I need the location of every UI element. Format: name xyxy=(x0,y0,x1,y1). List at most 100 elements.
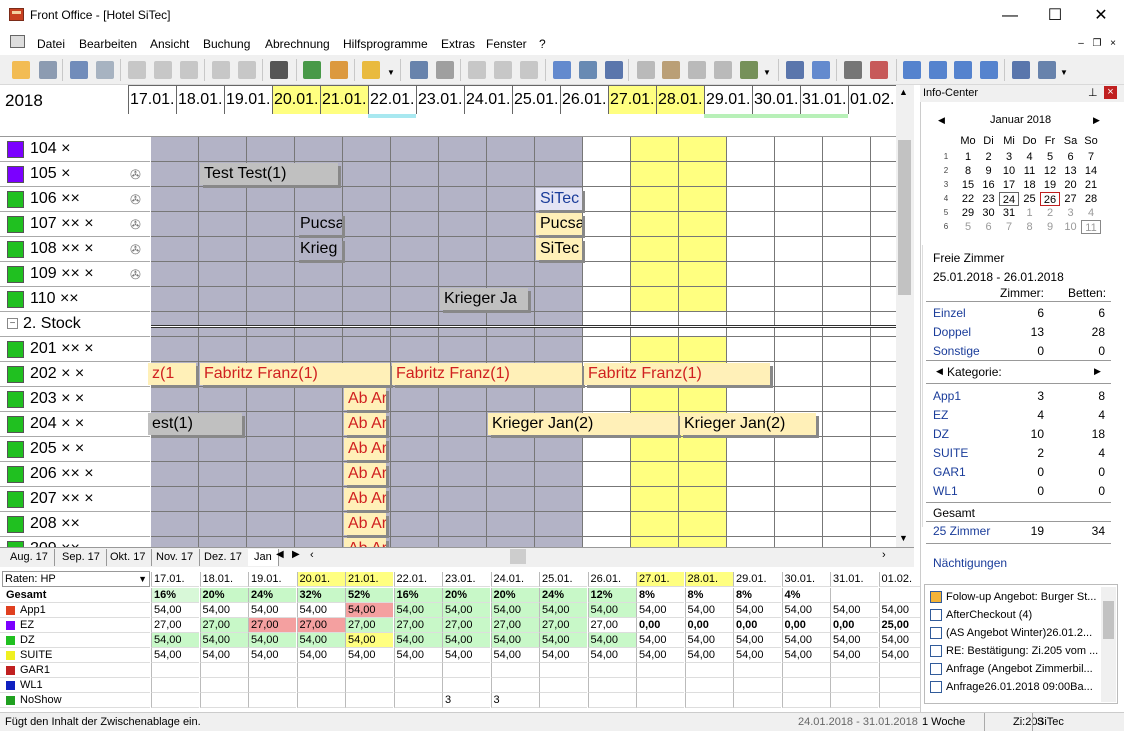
zoom-reset-icon[interactable] xyxy=(954,61,972,79)
calendar-day[interactable]: 1 xyxy=(958,150,978,164)
rate-cell[interactable]: 54,00 xyxy=(248,633,296,648)
date-header-6[interactable]: 23.01. xyxy=(416,86,464,114)
open-folder-icon[interactable] xyxy=(12,61,30,79)
grid-cell[interactable] xyxy=(295,337,343,362)
grid-cell[interactable] xyxy=(823,412,871,437)
grid-cell[interactable] xyxy=(247,412,295,437)
grid-cell[interactable] xyxy=(151,237,199,262)
rate-cell[interactable]: 3 xyxy=(442,693,490,708)
grid-cell[interactable] xyxy=(631,387,679,412)
grid-cell[interactable] xyxy=(775,187,823,212)
grid-cell[interactable] xyxy=(823,287,871,312)
calendar-day[interactable]: 27 xyxy=(1061,192,1081,206)
grid-cell[interactable] xyxy=(775,237,823,262)
grid-cell[interactable] xyxy=(631,287,679,312)
grid-cell[interactable] xyxy=(823,362,871,387)
menu-item-2[interactable]: Ansicht xyxy=(150,37,189,51)
grid-cell[interactable] xyxy=(247,487,295,512)
rate-cell[interactable]: 27,00 xyxy=(296,618,345,633)
calendar-day[interactable]: 5 xyxy=(958,220,978,234)
grid-cell[interactable] xyxy=(631,162,679,187)
grid-cell[interactable] xyxy=(343,287,391,312)
grid-cell[interactable] xyxy=(775,287,823,312)
grid-cell[interactable] xyxy=(775,487,823,512)
grid-cell[interactable] xyxy=(439,337,487,362)
grid-cell[interactable] xyxy=(823,387,871,412)
delete-icon[interactable] xyxy=(436,61,454,79)
booking-bar[interactable]: Krieger Jan(2) xyxy=(488,413,678,435)
grid-cell[interactable] xyxy=(391,262,439,287)
grid-cell[interactable] xyxy=(727,487,775,512)
grid-cell[interactable] xyxy=(775,337,823,362)
rate-cell[interactable]: 54,00 xyxy=(151,648,199,663)
grid-cell[interactable] xyxy=(583,387,631,412)
rate-cell[interactable]: 54,00 xyxy=(636,603,684,618)
message-item[interactable]: RE: Bestätigung: Zi.205 vom ... xyxy=(928,642,1100,660)
rate-cell[interactable]: 54,00 xyxy=(587,603,636,618)
grid-cell[interactable] xyxy=(151,512,199,537)
grid-cell[interactable] xyxy=(391,462,439,487)
grid-cell[interactable] xyxy=(775,437,823,462)
calendar-prev-icon[interactable]: ◀ xyxy=(938,115,945,126)
menu-item-6[interactable]: Extras xyxy=(441,37,475,51)
grid-cell[interactable] xyxy=(439,137,487,162)
calendar-day[interactable]: 7 xyxy=(1081,150,1101,164)
grid-cell[interactable] xyxy=(631,437,679,462)
menu-item-8[interactable]: ? xyxy=(539,37,546,51)
grid-cell[interactable] xyxy=(151,187,199,212)
grid-cell[interactable] xyxy=(487,187,535,212)
grid-cell[interactable] xyxy=(487,137,535,162)
rate-cell[interactable]: 27,00 xyxy=(442,618,490,633)
rate-cell[interactable]: 54,00 xyxy=(199,603,248,618)
car-icon[interactable] xyxy=(662,61,680,79)
menu-item-1[interactable]: Bearbeiten xyxy=(79,37,137,51)
rate-cell[interactable] xyxy=(539,663,587,678)
type-0-label[interactable]: Einzel xyxy=(933,306,966,320)
calendar-day[interactable]: 8 xyxy=(1020,220,1040,234)
tab-next-icon[interactable]: ▶ xyxy=(292,549,300,560)
rate-cell[interactable]: 54,00 xyxy=(781,648,830,663)
calendar-day[interactable]: 17 xyxy=(999,178,1019,192)
rate-cell[interactable]: 27,00 xyxy=(345,618,393,633)
grid-cell[interactable] xyxy=(775,262,823,287)
grid-cell[interactable] xyxy=(583,162,631,187)
booking-bar[interactable]: SiTec xyxy=(536,238,582,260)
grid-cell[interactable] xyxy=(151,287,199,312)
grid-cell[interactable] xyxy=(199,187,247,212)
rate-cell[interactable]: 8% xyxy=(733,588,781,603)
calendar-next-icon[interactable]: ▶ xyxy=(1093,115,1100,126)
grid-cell[interactable] xyxy=(295,287,343,312)
booking-bar[interactable]: Test Test(1) xyxy=(200,163,338,185)
booking-bar[interactable]: SiTec xyxy=(536,188,582,210)
grid-cell[interactable] xyxy=(343,137,391,162)
rate-row-1[interactable]: App1 xyxy=(0,603,150,618)
grid-cell[interactable] xyxy=(727,387,775,412)
grid-cell[interactable] xyxy=(823,337,871,362)
booking-bar[interactable]: z(1 xyxy=(148,363,196,385)
rate-cell[interactable]: 54,00 xyxy=(539,603,587,618)
rate-cell[interactable]: 54,00 xyxy=(539,648,587,663)
grid-cell[interactable] xyxy=(631,487,679,512)
date-header-3[interactable]: 20.01. xyxy=(272,86,320,114)
grid-cell[interactable] xyxy=(247,137,295,162)
room-row-15[interactable]: 208 ×× xyxy=(0,512,150,537)
grid-cell[interactable] xyxy=(295,187,343,212)
grid-cell[interactable] xyxy=(727,437,775,462)
calendar-day[interactable]: 10 xyxy=(1061,220,1081,234)
grid-cell[interactable] xyxy=(487,212,535,237)
book-icon[interactable] xyxy=(579,61,597,79)
screen-icon[interactable] xyxy=(605,61,623,79)
grid-cell[interactable] xyxy=(583,462,631,487)
grid-cell[interactable] xyxy=(295,487,343,512)
calendar-day[interactable]: 13 xyxy=(1061,164,1081,178)
messages-scrollbar[interactable] xyxy=(1101,587,1116,702)
grid-cell[interactable] xyxy=(295,437,343,462)
menu-item-3[interactable]: Buchung xyxy=(203,37,250,51)
grid-cell[interactable] xyxy=(727,287,775,312)
card-icon[interactable] xyxy=(786,61,804,79)
grid-cell[interactable] xyxy=(583,487,631,512)
rate-cell[interactable] xyxy=(636,678,684,693)
date-header-1[interactable]: 18.01. xyxy=(176,86,224,114)
rate-cell[interactable] xyxy=(442,663,490,678)
menu-item-7[interactable]: Fenster xyxy=(486,37,527,51)
